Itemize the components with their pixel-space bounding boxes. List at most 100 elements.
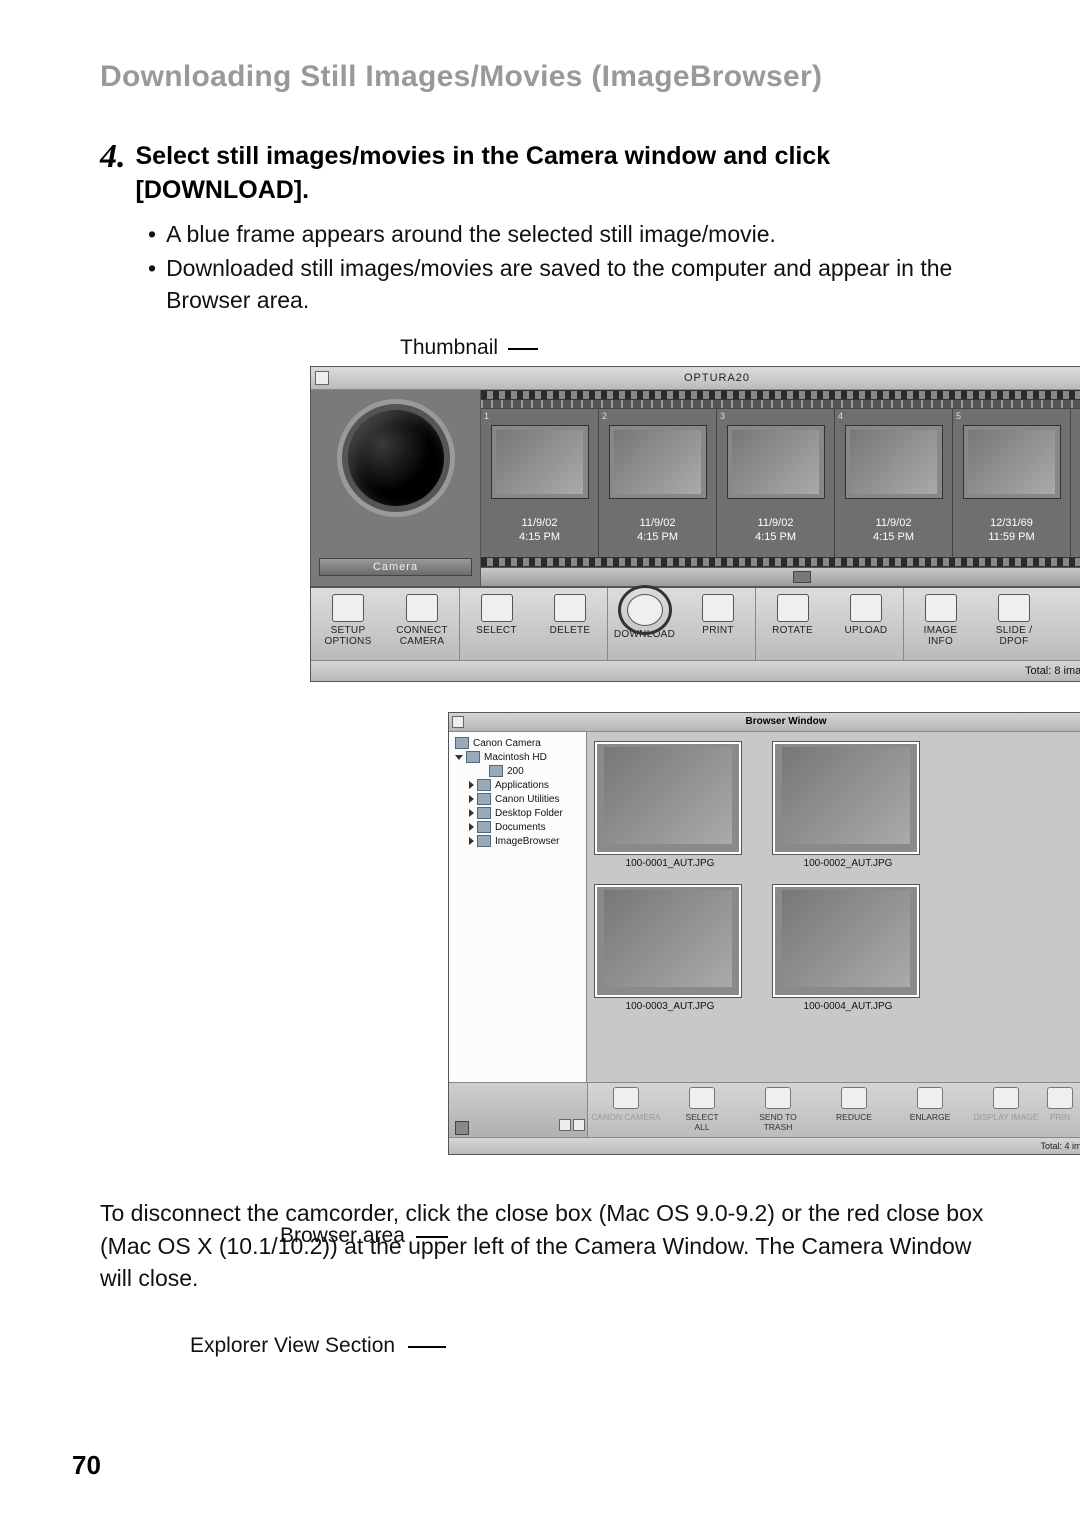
thumb-date: 11/9/02	[522, 517, 558, 529]
send-to-trash-button[interactable]: SEND TO TRASH	[740, 1083, 816, 1137]
file-name: 100-0004_AUT.JPG	[773, 1001, 923, 1012]
camera-label: Camera	[319, 558, 472, 576]
close-icon[interactable]	[315, 371, 329, 385]
tree-item[interactable]: Desktop Folder	[451, 806, 584, 820]
tree-item[interactable]: Documents	[451, 820, 584, 834]
disclosure-triangle-icon[interactable]	[455, 755, 463, 760]
tree-label: 200	[507, 766, 524, 777]
tree-item[interactable]: Canon Utilities	[451, 792, 584, 806]
scroll-thumb[interactable]	[455, 1121, 469, 1135]
step-bullets: •A blue frame appears around the selecte…	[148, 218, 990, 317]
folder-icon	[489, 765, 503, 777]
explorer-tree: Canon Camera Macintosh HD 200 Applicatio…	[449, 732, 587, 1082]
canon-camera-button[interactable]: CANON CAMERA	[588, 1083, 664, 1137]
button-label: CONNECT CAMERA	[385, 626, 459, 647]
thumb-image	[727, 425, 825, 499]
camera-icon	[455, 737, 469, 749]
thumb-image	[773, 885, 919, 997]
thumb-image	[595, 885, 741, 997]
thumb-index: 5	[956, 411, 961, 421]
browser-thumbnail[interactable]: 100-0002_AUT.JPG	[773, 742, 923, 869]
disclosure-triangle-icon[interactable]	[469, 837, 474, 845]
camera-panel: Camera	[311, 390, 481, 586]
close-icon[interactable]	[452, 716, 464, 728]
select-all-button[interactable]: SELECT ALL	[664, 1083, 740, 1137]
folder-icon	[477, 821, 491, 833]
thumb-image	[595, 742, 741, 854]
browser-status-bar: Total: 4 images	[449, 1137, 1080, 1154]
button-label: UPLOAD	[829, 626, 903, 637]
thumb-image	[845, 425, 943, 499]
thumbnail-item[interactable]: 1 11/9/02 4:15 PM	[481, 409, 599, 557]
tree-label: Macintosh HD	[484, 752, 547, 763]
scroll-left-icon[interactable]	[559, 1119, 571, 1131]
display-image-button[interactable]: DISPLAY IMAGE	[968, 1083, 1044, 1137]
tree-item[interactable]: 200	[451, 764, 584, 778]
thumb-image	[773, 742, 919, 854]
thumb-time: 11:59 PM	[988, 531, 1034, 543]
thumbnail-item[interactable]: 4 11/9/024:15 PM	[835, 409, 953, 557]
disclosure-triangle-icon[interactable]	[469, 823, 474, 831]
enlarge-button[interactable]: ENLARGE	[892, 1083, 968, 1137]
reduce-button[interactable]: REDUCE	[816, 1083, 892, 1137]
rotate-button[interactable]: ROTATE	[755, 588, 829, 660]
camera-window-titlebar: OPTURA20	[311, 367, 1080, 390]
button-label: ROTATE	[756, 626, 829, 637]
browser-thumbnail[interactable]: 100-0001_AUT.JPG	[595, 742, 745, 869]
thumbnail-item[interactable]: 5 12/31/6911:59 PM	[953, 409, 1071, 557]
thumbnail-item[interactable]: 3 11/9/024:15 PM	[717, 409, 835, 557]
thumbnail-item[interactable]: 2 11/9/02 4:15 PM	[599, 409, 717, 557]
upload-button[interactable]: UPLOAD	[829, 588, 903, 660]
disclosure-triangle-icon[interactable]	[469, 795, 474, 803]
folder-icon	[477, 807, 491, 819]
button-label: SEND TO TRASH	[740, 1112, 816, 1132]
step-title: Select still images/movies in the Camera…	[136, 140, 991, 208]
disclosure-triangle-icon[interactable]	[469, 809, 474, 817]
tree-label: Applications	[495, 780, 549, 791]
thumb-index: 1	[484, 411, 489, 421]
button-label: DISPLAY IMAGE	[968, 1112, 1044, 1122]
thumb-index: 2	[602, 411, 607, 421]
browser-area: 100-0001_AUT.JPG 100-0002_AUT.JPG 100-00…	[587, 732, 1080, 1082]
camera-lens-icon	[342, 404, 450, 512]
download-button[interactable]: DOWNLOAD	[607, 588, 681, 660]
folder-icon	[477, 793, 491, 805]
tree-label: Canon Camera	[473, 738, 541, 749]
select-button[interactable]: SELECT	[459, 588, 533, 660]
disclosure-triangle-icon[interactable]	[469, 781, 474, 789]
browser-thumbnail[interactable]: 100-0004_AUT.JPG	[773, 885, 923, 1012]
bullet-text: A blue frame appears around the selected…	[166, 218, 776, 250]
tree-item[interactable]: Applications	[451, 778, 584, 792]
thumb-time: 4:15 PM	[519, 531, 560, 543]
delete-button[interactable]: DELETE	[533, 588, 607, 660]
folder-icon	[477, 779, 491, 791]
thumb-date: 11/9/02	[876, 517, 912, 529]
setup-options-button[interactable]: SETUP OPTIONS	[311, 588, 385, 660]
thumb-time: 4:15 PM	[637, 531, 678, 543]
section-header: Downloading Still Images/Movies (ImageBr…	[100, 60, 990, 94]
horizontal-scrollbar[interactable]: ◀▶	[481, 567, 1080, 586]
thumb-date: 11/9/02	[758, 517, 794, 529]
thumbnail-strip: 1 11/9/024:15 PM 2 11/9/024:15 PM 3 11/9…	[481, 409, 1080, 557]
button-label: IMAGE INFO	[904, 626, 977, 647]
print-button[interactable]: PRINT	[681, 588, 755, 660]
scroll-thumb[interactable]	[793, 571, 811, 583]
slide-dpof-button[interactable]: SLIDE / DPOF	[977, 588, 1051, 660]
connect-camera-button[interactable]: CONNECT CAMERA	[385, 588, 459, 660]
thumb-time: 4:15 PM	[755, 531, 796, 543]
file-name: 100-0003_AUT.JPG	[595, 1001, 745, 1012]
image-info-button[interactable]: IMAGE INFO	[903, 588, 977, 660]
browser-thumbnail[interactable]: 100-0003_AUT.JPG	[595, 885, 745, 1012]
thumb-image	[609, 425, 707, 499]
tree-item[interactable]: ImageBrowser	[451, 834, 584, 848]
scroll-right-icon[interactable]	[573, 1119, 585, 1131]
thumb-date: 11/9/02	[640, 517, 676, 529]
print-button-partial[interactable]: PRIN	[1044, 1083, 1076, 1137]
tree-label: Canon Utilities	[495, 794, 559, 805]
tree-label: Desktop Folder	[495, 808, 563, 819]
camera-status-bar: Total: 8 images	[311, 660, 1080, 681]
disk-icon	[466, 751, 480, 763]
tree-item[interactable]: Macintosh HD	[451, 750, 584, 764]
thumb-image	[963, 425, 1061, 499]
tree-item[interactable]: Canon Camera	[451, 736, 584, 750]
